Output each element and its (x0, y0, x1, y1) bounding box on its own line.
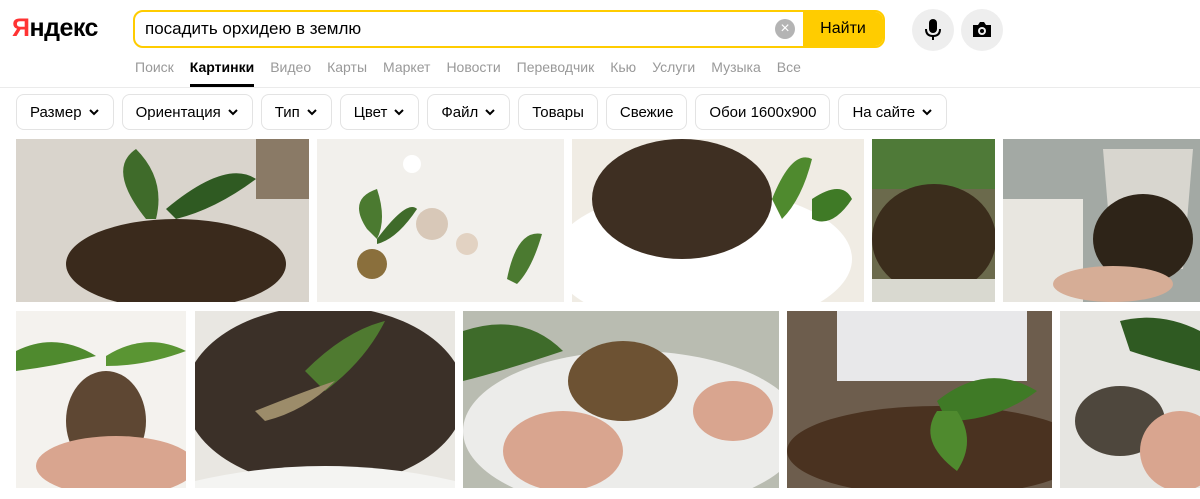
search-tabs: Поиск Картинки Видео Карты Маркет Новост… (135, 59, 817, 87)
orchid-photo (1060, 311, 1200, 488)
tab-translator[interactable]: Переводчик (517, 59, 595, 87)
filter-label: Тип (274, 103, 300, 121)
chevron-down-icon (394, 109, 405, 116)
search-button[interactable]: Найти (803, 12, 883, 46)
tab-images[interactable]: Картинки (189, 59, 255, 87)
orchid-photo (317, 139, 564, 302)
camera-icon (973, 22, 991, 37)
filter-on-site[interactable]: На сайте (838, 94, 948, 130)
search-input[interactable] (145, 12, 765, 46)
image-result-1[interactable] (16, 139, 309, 302)
image-result-6[interactable] (16, 311, 186, 488)
filter-label: Файл (441, 103, 479, 121)
image-result-2[interactable] (317, 139, 564, 302)
search-box: × Найти (133, 10, 885, 48)
voice-search-button[interactable] (912, 9, 954, 51)
filter-label: Товары (532, 103, 584, 121)
filter-label: Обои 1600x900 (709, 103, 817, 121)
orchid-photo (1003, 139, 1200, 302)
image-result-10[interactable] (1060, 311, 1200, 488)
filter-fresh[interactable]: Свежие (605, 94, 688, 130)
clear-search-button[interactable]: × (775, 19, 795, 39)
chevron-down-icon (228, 109, 238, 116)
filter-type[interactable]: Тип (260, 94, 332, 130)
orchid-photo (16, 139, 309, 302)
microphone-icon (925, 19, 941, 40)
filter-label: Свежие (619, 103, 674, 121)
chevron-down-icon (88, 109, 99, 116)
tab-music[interactable]: Музыка (711, 59, 761, 87)
chevron-down-icon (922, 109, 932, 116)
filter-orientation[interactable]: Ориентация (121, 94, 253, 130)
image-result-7[interactable] (195, 311, 455, 488)
tab-services[interactable]: Услуги (652, 59, 695, 87)
filter-label: Размер (30, 103, 82, 121)
filter-label: Цвет (353, 103, 388, 121)
filter-label: Ориентация (135, 103, 221, 121)
tab-market[interactable]: Маркет (383, 59, 430, 87)
yandex-logo[interactable]: Яндекс (12, 14, 98, 43)
tab-maps[interactable]: Карты (327, 59, 367, 87)
filter-size[interactable]: Размер (16, 94, 114, 130)
image-result-9[interactable] (787, 311, 1052, 488)
tab-news[interactable]: Новости (446, 59, 500, 87)
tab-search[interactable]: Поиск (135, 59, 174, 87)
logo-first-letter: Я (12, 14, 30, 42)
filter-bar: Размер Ориентация Тип Цвет Файл Товары С… (16, 94, 955, 130)
filter-color[interactable]: Цвет (339, 94, 420, 130)
orchid-photo (195, 311, 455, 488)
tab-all[interactable]: Все (777, 59, 801, 87)
chevron-down-icon (307, 109, 317, 116)
filter-file[interactable]: Файл (427, 94, 511, 130)
image-result-4[interactable] (872, 139, 995, 302)
tab-video[interactable]: Видео (270, 59, 311, 87)
orchid-photo (463, 311, 779, 488)
orchid-photo (16, 311, 186, 488)
image-result-5[interactable] (1003, 139, 1200, 302)
tab-q[interactable]: Кью (610, 59, 636, 87)
filter-label: На сайте (852, 103, 916, 121)
header: Яндекс × Найти Поиск Картинки Видео Карт… (0, 0, 1200, 88)
chevron-down-icon (485, 109, 495, 116)
image-result-8[interactable] (463, 311, 779, 488)
orchid-photo (787, 311, 1052, 488)
orchid-photo (872, 139, 995, 302)
logo-rest: ндекс (29, 14, 98, 42)
filter-wallpaper[interactable]: Обои 1600x900 (695, 94, 831, 130)
orchid-photo (572, 139, 864, 302)
filter-products[interactable]: Товары (518, 94, 598, 130)
image-search-button[interactable] (961, 9, 1003, 51)
image-result-3[interactable] (572, 139, 864, 302)
